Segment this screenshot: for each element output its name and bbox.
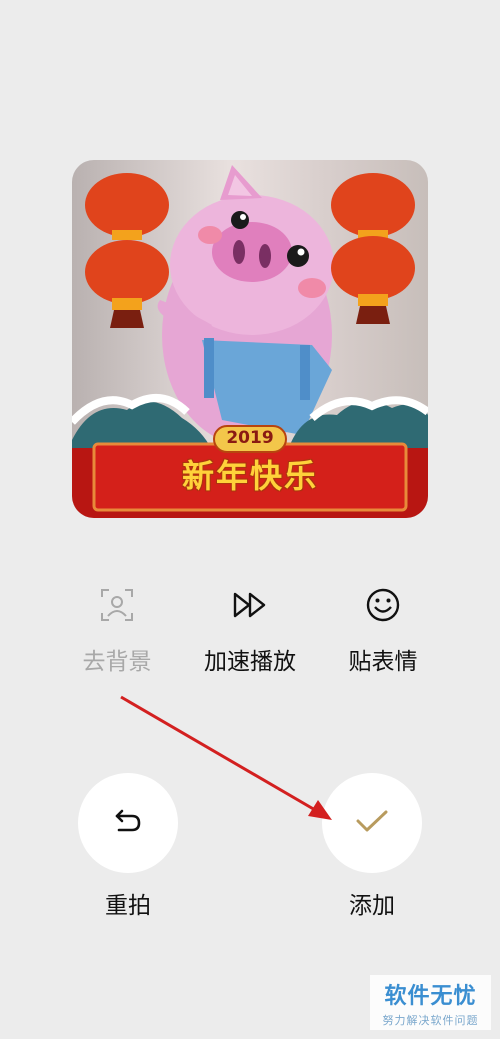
- remove-background-label: 去背景: [82, 649, 152, 675]
- speed-up-label: 加速播放: [204, 649, 296, 675]
- speed-up-button[interactable]: 加速播放: [190, 586, 310, 676]
- banner-greeting: 新年快乐: [181, 457, 318, 495]
- sticker-preview: 2019 新年快乐: [72, 160, 428, 518]
- year-badge: 2019: [226, 428, 274, 448]
- add-button[interactable]: [322, 773, 422, 873]
- add-sticker-label: 贴表情: [348, 649, 418, 675]
- remove-background-button[interactable]: 去背景: [57, 586, 177, 676]
- add-sticker-button[interactable]: 贴表情: [323, 586, 443, 676]
- watermark-subtitle: 努力解决软件问题: [382, 1013, 479, 1027]
- retake-button[interactable]: [78, 773, 178, 873]
- smiley-icon: [363, 586, 403, 624]
- undo-arrow-icon: [113, 807, 143, 839]
- checkmark-icon: [354, 807, 390, 839]
- watermark: 软件无忧 努力解决软件问题: [370, 975, 491, 1030]
- annotation-arrow: [120, 695, 332, 820]
- watermark-title: 软件无忧: [384, 983, 477, 1009]
- retake-label: 重拍: [105, 893, 151, 919]
- portrait-frame-icon: [97, 586, 137, 624]
- add-label: 添加: [349, 893, 395, 919]
- fast-forward-icon: [230, 586, 270, 624]
